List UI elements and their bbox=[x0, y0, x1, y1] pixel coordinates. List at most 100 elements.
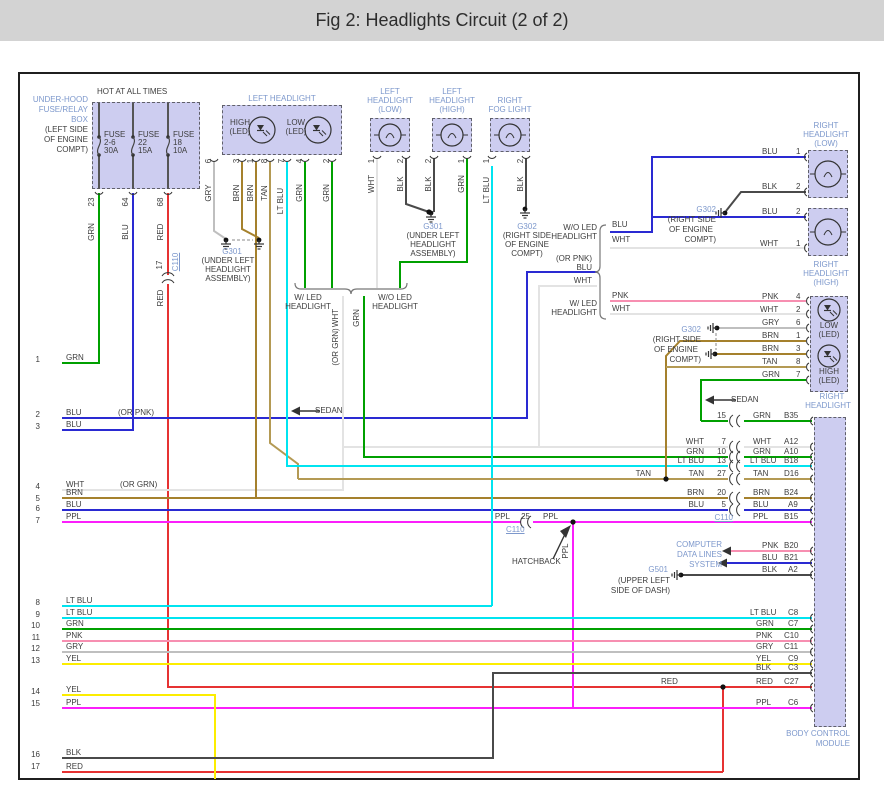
label-7: 7 bbox=[796, 370, 801, 379]
label-lt-blu: LT BLU bbox=[276, 187, 285, 215]
label-ppl: PPL bbox=[753, 512, 769, 521]
label-blk: BLK bbox=[756, 663, 772, 672]
inline-connector-icon bbox=[729, 459, 741, 473]
label-a2: A2 bbox=[788, 565, 798, 574]
label-10: 10 bbox=[717, 447, 726, 456]
wire-BLK bbox=[62, 672, 812, 759]
label-tan: TAN bbox=[688, 469, 704, 478]
label-g302: G302 bbox=[696, 205, 716, 214]
label-wht: WHT bbox=[760, 305, 779, 314]
fuse-icon bbox=[96, 135, 102, 157]
wire-WHT bbox=[62, 447, 344, 491]
label-w-led: W/ LED bbox=[294, 293, 322, 302]
label-or-pnk: (OR PNK) bbox=[556, 254, 592, 263]
pin-chevron-icon bbox=[806, 336, 810, 346]
label-headlight: HEADLIGHT bbox=[367, 96, 413, 105]
label-17: 17 bbox=[155, 260, 164, 270]
label-grn: GRN bbox=[756, 619, 774, 628]
label-headlight: HEADLIGHT bbox=[285, 302, 331, 311]
wiring-diagram-page: Fig 2: Headlights Circuit (2 of 2) HOT A… bbox=[0, 0, 884, 792]
label-20: 20 bbox=[717, 488, 726, 497]
label-grn: GRN bbox=[753, 447, 771, 456]
label-1: 1 bbox=[35, 355, 40, 364]
label-low: (LOW) bbox=[378, 105, 402, 114]
label-side-of-dash: SIDE OF DASH) bbox=[610, 586, 670, 595]
label-c110[interactable]: C110 bbox=[714, 514, 733, 522]
label-14: 14 bbox=[31, 687, 40, 696]
label-wht: WHT bbox=[612, 304, 631, 313]
label-blu: BLU bbox=[762, 553, 778, 562]
label-high: HIGH bbox=[230, 118, 250, 127]
label-27: 27 bbox=[717, 469, 726, 478]
label-red: RED bbox=[156, 223, 165, 241]
label-c7: C7 bbox=[788, 619, 799, 628]
pin-chevron-icon bbox=[806, 296, 810, 306]
label-lt-blu: LT BLU bbox=[677, 456, 704, 465]
label-1: 1 bbox=[482, 158, 491, 164]
label-blk: BLK bbox=[66, 748, 82, 757]
label-a12: A12 bbox=[784, 437, 799, 446]
label-wht: WHT bbox=[753, 437, 772, 446]
label-c110[interactable]: C110 bbox=[506, 526, 525, 534]
label-2: 2 bbox=[796, 182, 801, 191]
label-g501: G501 bbox=[648, 565, 668, 574]
label-low: (LOW) bbox=[814, 139, 838, 148]
label-or-pnk: (OR PNK) bbox=[118, 408, 154, 417]
label-red: RED bbox=[661, 677, 678, 686]
label-blu: BLU bbox=[121, 224, 130, 240]
label-left-side: (LEFT SIDE bbox=[45, 125, 88, 134]
junction-dot bbox=[426, 209, 432, 215]
label-7: 7 bbox=[35, 516, 40, 525]
label-led: (LED) bbox=[285, 127, 307, 136]
bulb-icon bbox=[436, 123, 468, 147]
label-c110[interactable]: C110 bbox=[171, 253, 180, 272]
label-ppl: PPL bbox=[543, 512, 559, 521]
junction-dot bbox=[570, 519, 576, 525]
label-blk: BLK bbox=[516, 176, 525, 192]
label-gry: GRY bbox=[66, 642, 84, 651]
label-assembly: ASSEMBLY) bbox=[205, 274, 251, 283]
label-wht: WHT bbox=[612, 235, 631, 244]
label-8: 8 bbox=[260, 158, 269, 164]
label-headlight: HEADLIGHT bbox=[805, 401, 851, 410]
label-w-o-led: W/O LED bbox=[563, 223, 597, 232]
label-headlight: HEADLIGHT bbox=[803, 269, 849, 278]
label-c3: C3 bbox=[788, 663, 799, 672]
label-under-hood: UNDER-HOOD bbox=[32, 95, 88, 104]
label-2: 2 bbox=[35, 410, 40, 419]
pin-chevron-icon bbox=[806, 375, 810, 385]
led-icon bbox=[817, 344, 841, 368]
label-high: (HIGH) bbox=[813, 278, 839, 287]
label-b20: B20 bbox=[784, 541, 799, 550]
label-1: 1 bbox=[367, 158, 376, 164]
label-6: 6 bbox=[796, 318, 801, 327]
arrow-icon bbox=[722, 546, 731, 556]
label-17: 17 bbox=[31, 762, 40, 771]
label-module: MODULE bbox=[815, 739, 850, 748]
label-grn: GRN bbox=[686, 447, 704, 456]
label-red: RED bbox=[66, 762, 83, 771]
label-compt: COMPT) bbox=[684, 235, 716, 244]
junction-dot bbox=[663, 476, 669, 482]
label-sedan: SEDAN bbox=[731, 395, 759, 404]
label-7: 7 bbox=[721, 437, 726, 446]
label-lt-blu: LT BLU bbox=[750, 608, 777, 617]
label-2: 2 bbox=[322, 158, 331, 164]
label-a10: A10 bbox=[784, 447, 799, 456]
label-c8: C8 bbox=[788, 608, 799, 617]
label-right-side: (RIGHT SIDE bbox=[652, 335, 701, 344]
label-of-engine: OF ENGINE bbox=[668, 225, 713, 234]
label-2: 2 bbox=[396, 158, 405, 164]
junction-dot bbox=[720, 684, 726, 690]
label-grn: GRN bbox=[295, 184, 304, 202]
label-1: 1 bbox=[796, 331, 801, 340]
label-7: 7 bbox=[277, 158, 286, 164]
label-c10: C10 bbox=[784, 631, 799, 640]
label-23: 23 bbox=[87, 197, 96, 207]
label-b21: B21 bbox=[784, 553, 799, 562]
label-computer: COMPUTER bbox=[676, 540, 722, 549]
label-ppl: PPL bbox=[561, 543, 570, 559]
label-right: RIGHT bbox=[819, 392, 845, 401]
label-9: 9 bbox=[35, 610, 40, 619]
label-c11: C11 bbox=[784, 642, 799, 651]
